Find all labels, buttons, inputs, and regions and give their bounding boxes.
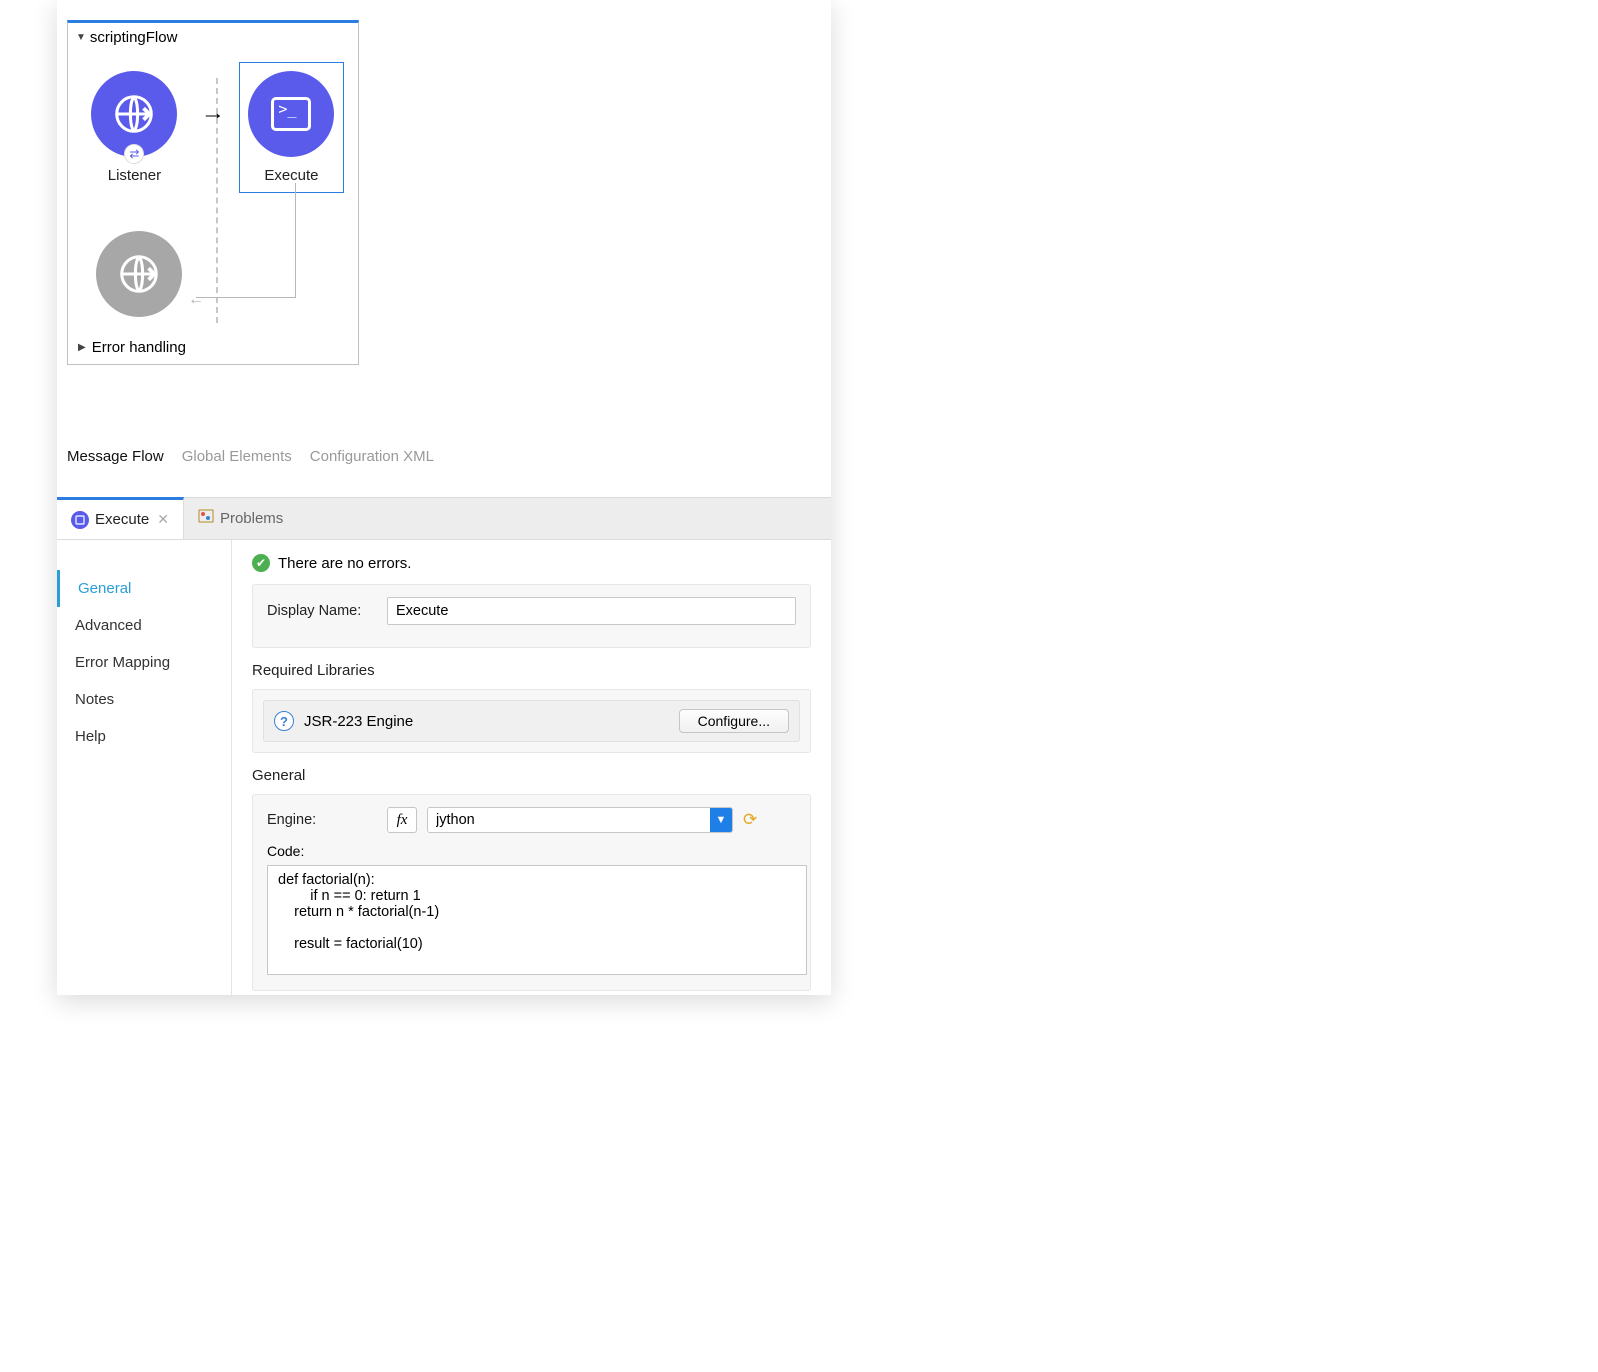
- exchange-icon: ⇄: [124, 144, 144, 164]
- error-arrow-icon: ←: [188, 291, 204, 309]
- fx-button[interactable]: fx: [387, 807, 417, 833]
- properties-body: General Advanced Error Mapping Notes Hel…: [57, 540, 831, 995]
- lib-row: ? JSR-223 Engine Configure...: [263, 700, 800, 742]
- globe-icon: [96, 231, 182, 317]
- canvas-tabs: Message Flow Global Elements Configurati…: [57, 448, 444, 475]
- error-target-node[interactable]: [96, 231, 182, 317]
- listener-node[interactable]: ⇄ Listener: [82, 63, 187, 192]
- flow-title: scriptingFlow: [90, 29, 178, 46]
- flow-container[interactable]: ▼ scriptingFlow ⇄ Listener: [67, 20, 359, 365]
- chevron-down-icon[interactable]: ▼: [710, 808, 732, 832]
- flow-header[interactable]: ▼ scriptingFlow: [68, 23, 358, 52]
- properties-tabs: Execute ✕ Problems: [57, 498, 831, 540]
- collapse-icon[interactable]: ▼: [76, 32, 86, 43]
- form-area: ✔ There are no errors. Display Name: Req…: [232, 540, 831, 995]
- side-item-help[interactable]: Help: [57, 718, 231, 755]
- tab-message-flow[interactable]: Message Flow: [67, 448, 164, 465]
- execute-label: Execute: [264, 167, 318, 184]
- engine-input[interactable]: [428, 808, 710, 832]
- check-icon: ✔: [252, 554, 270, 572]
- properties-panel: Execute ✕ Problems General Advanced Erro…: [57, 497, 831, 995]
- error-handling-header[interactable]: ▶ Error handling: [68, 331, 196, 364]
- engine-select[interactable]: ▼: [427, 807, 733, 833]
- side-item-error-mapping[interactable]: Error Mapping: [57, 644, 231, 681]
- expand-icon[interactable]: ▶: [78, 342, 86, 353]
- display-name-input[interactable]: [387, 597, 796, 625]
- tab-label: Problems: [220, 510, 283, 527]
- flow-nodes: ⇄ Listener → Execute: [68, 52, 358, 193]
- general-section-title: General: [252, 767, 811, 784]
- code-label: Code:: [267, 843, 796, 859]
- help-icon[interactable]: ?: [274, 711, 294, 731]
- globe-icon: ⇄: [91, 71, 177, 157]
- side-item-general[interactable]: General: [57, 570, 231, 607]
- refresh-icon[interactable]: ⟳: [743, 810, 757, 830]
- script-icon: [71, 511, 89, 529]
- display-name-group: Display Name:: [252, 584, 811, 648]
- tab-global-elements[interactable]: Global Elements: [182, 448, 292, 465]
- code-textarea[interactable]: [267, 865, 807, 975]
- listener-label: Listener: [108, 167, 161, 184]
- general-group: Engine: fx ▼ ⟳ Code:: [252, 794, 811, 991]
- status-row: ✔ There are no errors.: [252, 554, 811, 572]
- side-item-notes[interactable]: Notes: [57, 681, 231, 718]
- error-connector: [196, 183, 296, 298]
- tab-problems[interactable]: Problems: [184, 497, 297, 539]
- close-icon[interactable]: ✕: [157, 511, 169, 528]
- editor-window: ▼ scriptingFlow ⇄ Listener: [57, 0, 831, 995]
- engine-label: Engine:: [267, 812, 377, 828]
- side-item-advanced[interactable]: Advanced: [57, 607, 231, 644]
- arrow-icon: →: [201, 99, 225, 127]
- tab-config-xml[interactable]: Configuration XML: [310, 448, 434, 465]
- side-nav: General Advanced Error Mapping Notes Hel…: [57, 540, 232, 995]
- required-libs-group: ? JSR-223 Engine Configure...: [252, 689, 811, 753]
- error-handling-label: Error handling: [92, 339, 186, 356]
- problems-icon: [198, 508, 214, 528]
- execute-node[interactable]: Execute: [239, 62, 344, 193]
- lib-name: JSR-223 Engine: [304, 713, 413, 730]
- required-libs-title: Required Libraries: [252, 662, 811, 679]
- tab-label: Execute: [95, 511, 149, 528]
- script-icon: [248, 71, 334, 157]
- flow-canvas[interactable]: ▼ scriptingFlow ⇄ Listener: [57, 0, 831, 480]
- display-name-label: Display Name:: [267, 603, 377, 619]
- configure-button[interactable]: Configure...: [679, 709, 789, 733]
- tab-execute[interactable]: Execute ✕: [57, 497, 184, 539]
- status-text: There are no errors.: [278, 555, 411, 572]
